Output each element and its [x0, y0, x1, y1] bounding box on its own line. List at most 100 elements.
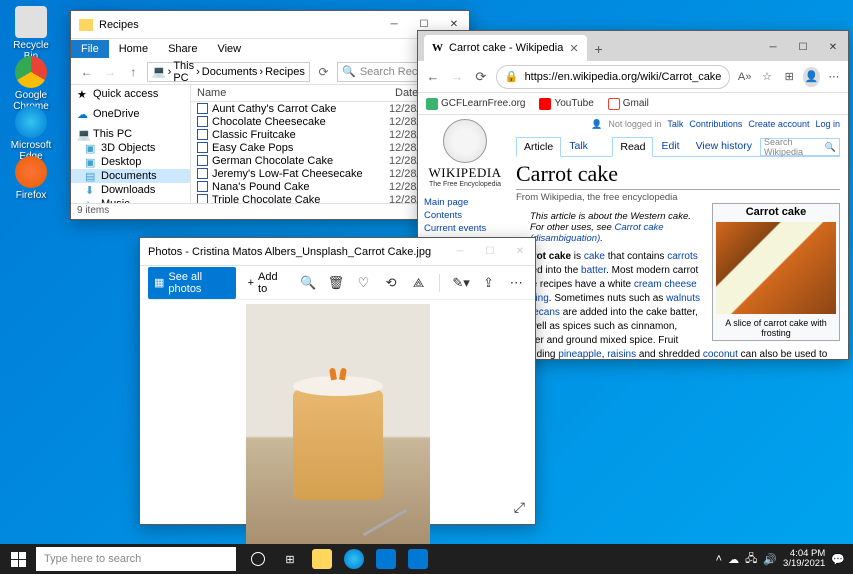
- delete-button[interactable]: 🗑: [325, 275, 347, 291]
- infobox: Carrot cake A slice of carrot cake with …: [712, 203, 840, 341]
- edge-maximize-button[interactable]: ☐: [788, 33, 818, 61]
- rotate-button[interactable]: ⟲: [380, 275, 402, 291]
- downloads-icon: ⬇: [85, 184, 97, 196]
- wiki-search[interactable]: Search Wikipedia🔍: [760, 138, 840, 156]
- photos-titlebar[interactable]: Photos - Cristina Matos Albers_Unsplash_…: [140, 238, 535, 266]
- nav-back-button[interactable]: ←: [77, 62, 96, 82]
- wiki-contrib-link[interactable]: Contributions: [689, 119, 742, 130]
- share-button[interactable]: ⇪: [478, 275, 500, 291]
- add-to-button[interactable]: +Add to: [242, 267, 292, 299]
- tray-network-icon[interactable]: 🖧: [745, 550, 757, 569]
- taskbar-search[interactable]: Type here to search: [36, 547, 236, 571]
- zoom-button[interactable]: 🔍: [298, 275, 320, 291]
- edit-button[interactable]: ✎▾: [450, 275, 472, 291]
- explorer-titlebar[interactable]: Recipes ─ ☐ ✕: [71, 11, 469, 39]
- photos-window: Photos - Cristina Matos Albers_Unsplash_…: [139, 237, 536, 525]
- star-icon: ★: [77, 88, 89, 100]
- taskbar-clock[interactable]: 4:04 PM 3/19/2021: [783, 549, 825, 570]
- collections-button[interactable]: ⊞: [781, 67, 797, 87]
- photos-close-button[interactable]: ✕: [505, 238, 535, 266]
- taskbar-store[interactable]: [370, 544, 402, 574]
- favorite-button[interactable]: ♡: [353, 275, 375, 291]
- bookmark-youtube[interactable]: YouTube: [539, 98, 593, 110]
- notifications-button[interactable]: 💬: [831, 553, 845, 566]
- tray-volume-icon[interactable]: 🔊: [763, 553, 777, 566]
- wiki-tab-history[interactable]: View history: [688, 136, 760, 156]
- favorites-button[interactable]: ☆: [759, 67, 775, 87]
- wiki-tab-talk[interactable]: Talk: [561, 136, 596, 156]
- wiki-tab-article[interactable]: Article: [516, 137, 561, 157]
- sidebar-onedrive[interactable]: ☁OneDrive: [71, 107, 190, 121]
- cortana-button[interactable]: [242, 544, 274, 574]
- see-all-photos-button[interactable]: ▦See all photos: [148, 267, 236, 299]
- close-tab-button[interactable]: ✕: [569, 42, 578, 55]
- ribbon-view-tab[interactable]: View: [207, 40, 251, 58]
- bookmark-gcf[interactable]: GCFLearnFree.org: [426, 98, 525, 110]
- ribbon-share-tab[interactable]: Share: [158, 40, 207, 58]
- wiki-login-link[interactable]: Log in: [815, 119, 840, 130]
- more-button[interactable]: ⋯: [505, 275, 527, 291]
- refresh-button[interactable]: ⟳: [314, 62, 333, 82]
- document-icon: [197, 181, 208, 192]
- browser-tab[interactable]: W Carrot cake - Wikipedia ✕: [424, 35, 587, 61]
- ribbon-home-tab[interactable]: Home: [109, 40, 158, 58]
- ribbon-file-tab[interactable]: File: [71, 40, 109, 58]
- wiki-talk-link[interactable]: Talk: [667, 119, 683, 130]
- wiki-link-contents[interactable]: Contents: [424, 209, 506, 222]
- wikipedia-logo[interactable]: WIKIPEDIA The Free Encyclopedia: [424, 119, 506, 188]
- edge-minimize-button[interactable]: ─: [758, 33, 788, 61]
- article-subtitle: From Wikipedia, the free encyclopedia: [516, 192, 840, 203]
- explorer-ribbon: File Home Share View: [71, 39, 469, 59]
- minimize-button[interactable]: ─: [379, 11, 409, 39]
- tray-onedrive-icon[interactable]: ☁: [728, 553, 739, 566]
- bookmark-gmail[interactable]: Gmail: [608, 98, 649, 110]
- start-button[interactable]: [0, 544, 36, 574]
- document-icon: [197, 103, 208, 114]
- column-name[interactable]: Name: [191, 85, 389, 101]
- taskbar-explorer[interactable]: [306, 544, 338, 574]
- sidebar-quick-access[interactable]: ★Quick access: [71, 87, 190, 101]
- crop-button[interactable]: ⟁: [408, 275, 430, 291]
- pc-icon: 💻: [77, 128, 89, 140]
- edge-tab-strip: W Carrot cake - Wikipedia ✕ + ─ ☐ ✕: [418, 31, 848, 61]
- browser-forward-button[interactable]: →: [448, 66, 466, 88]
- desktop-icon-chrome[interactable]: Google Chrome: [6, 56, 56, 112]
- browser-back-button[interactable]: ←: [424, 66, 442, 88]
- desktop-icon-recycle-bin[interactable]: Recycle Bin: [6, 6, 56, 62]
- browser-refresh-button[interactable]: ⟳: [472, 66, 490, 88]
- sidebar-3d-objects[interactable]: ▣3D Objects: [71, 141, 190, 155]
- photo-viewport[interactable]: ⤢: [140, 300, 535, 524]
- read-aloud-button[interactable]: A»: [736, 67, 752, 87]
- desktop-icon-firefox[interactable]: Firefox: [6, 156, 56, 201]
- wiki-link-events[interactable]: Current events: [424, 222, 506, 235]
- wiki-tab-read[interactable]: Read: [612, 137, 653, 157]
- photos-minimize-button[interactable]: ─: [445, 238, 475, 266]
- sidebar-documents[interactable]: ▤Documents: [71, 169, 190, 183]
- address-bar[interactable]: 🔒 https://en.wikipedia.org/wiki/Carrot_c…: [496, 65, 731, 89]
- menu-button[interactable]: ⋯: [826, 67, 842, 87]
- user-icon: 👤: [591, 119, 602, 130]
- fullscreen-button[interactable]: ⤢: [514, 499, 525, 516]
- desktop-icon-edge[interactable]: Microsoft Edge: [6, 106, 56, 162]
- edge-close-button[interactable]: ✕: [818, 33, 848, 61]
- edge-icon: [344, 549, 364, 569]
- taskbar-mail[interactable]: [402, 544, 434, 574]
- new-tab-button[interactable]: +: [587, 37, 611, 61]
- explorer-sidebar: ★Quick access ☁OneDrive 💻This PC ▣3D Obj…: [71, 85, 191, 203]
- wiki-tab-edit[interactable]: Edit: [653, 136, 687, 156]
- nav-forward-button[interactable]: →: [100, 62, 119, 82]
- task-view-button[interactable]: ⊞: [274, 544, 306, 574]
- sidebar-desktop[interactable]: ▣Desktop: [71, 155, 190, 169]
- taskbar-edge[interactable]: [338, 544, 370, 574]
- wiki-create-link[interactable]: Create account: [748, 119, 809, 130]
- breadcrumb[interactable]: 💻 ›This PC ›Documents ›Recipes: [147, 62, 310, 82]
- photos-maximize-button[interactable]: ☐: [475, 238, 505, 266]
- sidebar-downloads[interactable]: ⬇Downloads: [71, 183, 190, 197]
- tray-chevron[interactable]: ˄: [716, 553, 722, 565]
- sidebar-this-pc[interactable]: 💻This PC: [71, 127, 190, 141]
- not-logged-in: Not logged in: [608, 119, 661, 130]
- infobox-image[interactable]: [716, 222, 836, 314]
- wiki-link-main[interactable]: Main page: [424, 196, 506, 209]
- nav-up-button[interactable]: ↑: [124, 62, 143, 82]
- profile-button[interactable]: 👤: [803, 67, 819, 87]
